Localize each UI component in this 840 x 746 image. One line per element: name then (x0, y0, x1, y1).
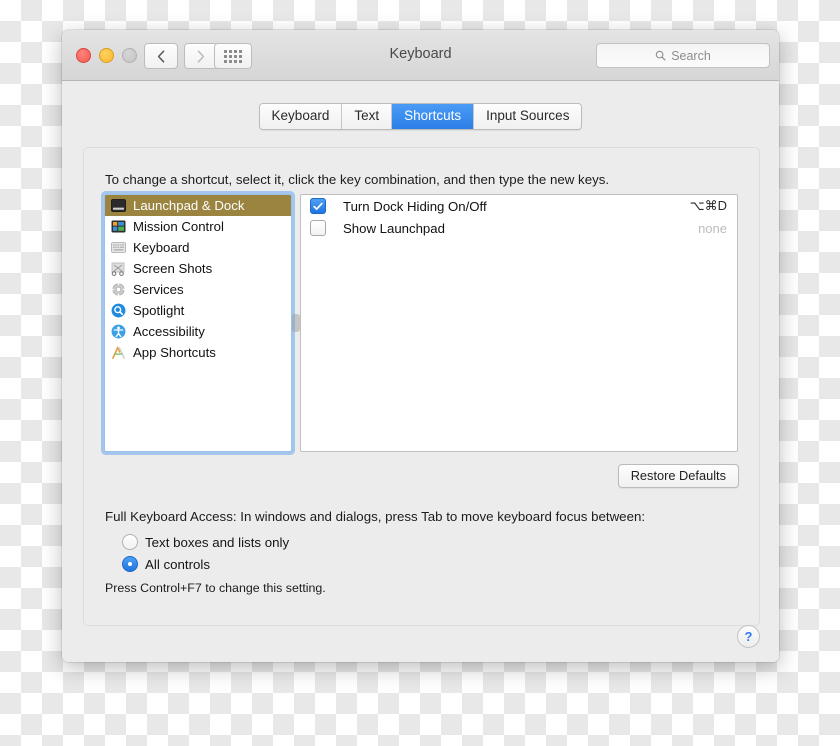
tab-bar: Keyboard Text Shortcuts Input Sources (62, 103, 779, 130)
sidebar-item-services[interactable]: Services (105, 279, 291, 300)
dock-icon (110, 198, 126, 214)
radio-button[interactable] (122, 534, 138, 550)
radio-text-boxes-and-lists[interactable]: Text boxes and lists only (122, 534, 289, 550)
services-gear-icon (110, 282, 126, 298)
pane-splitter[interactable] (292, 194, 300, 452)
help-button[interactable]: ? (737, 625, 760, 648)
shortcut-combo[interactable]: none (698, 221, 727, 236)
sidebar-item-keyboard[interactable]: Keyboard (105, 237, 291, 258)
sidebar-item-label: Screen Shots (133, 261, 213, 276)
full-keyboard-access-title: Full Keyboard Access: In windows and dia… (105, 509, 646, 524)
sidebar-item-screen-shots[interactable]: Screen Shots (105, 258, 291, 279)
search-placeholder: Search (671, 48, 711, 63)
tab-input-sources[interactable]: Input Sources (474, 104, 582, 129)
sidebar-item-label: Keyboard (133, 240, 190, 255)
split-panes: Launchpad & Dock Mission Control Keyboar… (104, 194, 738, 452)
sidebar-item-label: Services (133, 282, 184, 297)
shortcut-checkbox[interactable] (310, 198, 326, 214)
screenshots-icon (110, 261, 126, 277)
accessibility-icon (110, 324, 126, 340)
spotlight-icon (110, 303, 126, 319)
sidebar-item-label: App Shortcuts (133, 345, 216, 360)
sidebar-item-label: Launchpad & Dock (133, 198, 245, 213)
search-icon (655, 50, 666, 61)
full-keyboard-access-hint: Press Control+F7 to change this setting. (105, 581, 326, 595)
sidebar-item-launchpad-dock[interactable]: Launchpad & Dock (105, 195, 291, 216)
tab-text[interactable]: Text (342, 104, 393, 129)
mission-control-icon (110, 219, 126, 235)
splitter-grip[interactable] (292, 314, 300, 332)
window-titlebar: Keyboard Search (62, 30, 779, 81)
radio-label: All controls (145, 556, 211, 572)
shortcuts-panel: To change a shortcut, select it, click t… (83, 147, 760, 626)
tab-keyboard[interactable]: Keyboard (259, 104, 343, 129)
radio-all-controls[interactable]: All controls (122, 556, 210, 572)
shortcut-name: Turn Dock Hiding On/Off (343, 198, 487, 214)
instructions-text: To change a shortcut, select it, click t… (105, 172, 610, 187)
tab-shortcuts[interactable]: Shortcuts (392, 104, 475, 129)
window-body: Keyboard Text Shortcuts Input Sources To… (62, 81, 779, 662)
shortcut-row[interactable]: Turn Dock Hiding On/Off ⌥⌘D (301, 195, 737, 217)
radio-label: Text boxes and lists only (145, 534, 290, 550)
sidebar-item-label: Accessibility (133, 324, 205, 339)
keyboard-icon (110, 240, 126, 256)
category-list[interactable]: Launchpad & Dock Mission Control Keyboar… (104, 194, 292, 452)
sidebar-item-spotlight[interactable]: Spotlight (105, 300, 291, 321)
search-field[interactable]: Search (596, 43, 770, 68)
app-shortcuts-icon (110, 345, 126, 361)
sidebar-item-app-shortcuts[interactable]: App Shortcuts (105, 342, 291, 363)
sidebar-item-label: Mission Control (133, 219, 224, 234)
shortcut-name: Show Launchpad (343, 220, 445, 236)
shortcut-list[interactable]: Turn Dock Hiding On/Off ⌥⌘D Show Launchp… (300, 194, 738, 452)
sidebar-item-accessibility[interactable]: Accessibility (105, 321, 291, 342)
sidebar-item-label: Spotlight (133, 303, 185, 318)
radio-button[interactable] (122, 556, 138, 572)
shortcut-row[interactable]: Show Launchpad none (301, 217, 737, 239)
keyboard-preferences-window: Keyboard Search Keyboard Text Shortcuts … (62, 30, 779, 662)
restore-defaults-button[interactable]: Restore Defaults (617, 464, 739, 488)
checkmark-icon (313, 202, 323, 210)
shortcut-checkbox[interactable] (310, 220, 326, 236)
sidebar-item-mission-control[interactable]: Mission Control (105, 216, 291, 237)
shortcut-combo[interactable]: ⌥⌘D (690, 198, 727, 214)
